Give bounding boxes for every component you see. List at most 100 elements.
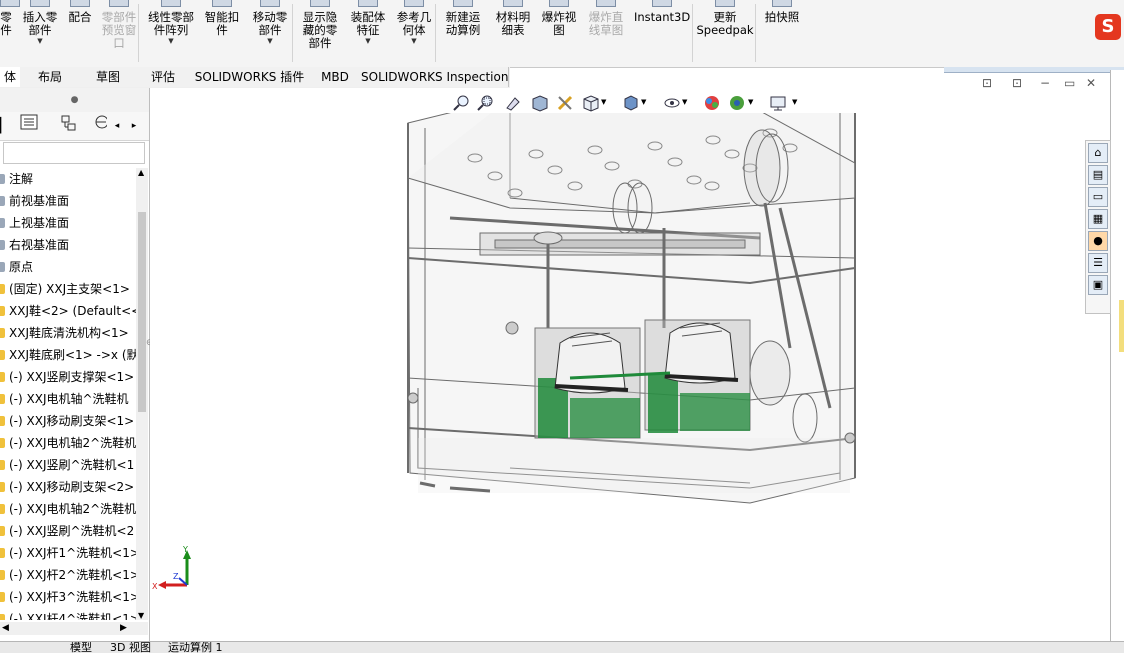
tree-item[interactable]: XXJ鞋底清洗机构<1> [0,322,136,344]
exploded-view-button[interactable]: 爆炸视 图 [538,0,580,66]
chevron-down-icon[interactable]: ▼ [346,37,390,45]
chevron-down-icon[interactable]: ▼ [145,37,197,45]
custom-properties-icon[interactable]: ☰ [1088,253,1108,273]
tree-item[interactable]: 注解 [0,168,136,190]
washing-machine-assembly-model[interactable] [400,113,870,563]
design-library-icon[interactable]: ▤ [1088,165,1108,185]
tree-item[interactable]: (-) XXJ电机轴2^洗鞋机 [0,432,136,454]
new-motion-study-button[interactable]: 新建运 动算例 [440,0,486,66]
ref-geometry-button[interactable]: 参考几 何体 ▼ [392,0,436,66]
bom-button[interactable]: 材料明 细表 [492,0,534,66]
linear-pattern-button[interactable]: 线性零部 件阵列 ▼ [145,0,197,66]
scrollbar-thumb[interactable] [138,212,146,412]
chevron-down-icon[interactable]: ▼ [682,98,687,106]
insert-part-button[interactable]: 插入零 部件 ▼ [18,0,62,66]
smart-fastener-button[interactable]: 智能扣 件 [200,0,244,66]
scroll-right-button[interactable]: ▸ [127,114,141,138]
apply-scene-icon[interactable] [728,94,746,112]
tree-item[interactable]: (-) XXJ移动刷支架<1> [0,410,136,432]
chevron-down-icon[interactable]: ▼ [18,37,62,45]
tree-item[interactable]: 上视基准面 [0,212,136,234]
dynamic-annotation-icon[interactable] [556,94,574,112]
minimize-icon[interactable]: − [1040,76,1050,90]
tree-item[interactable]: (固定) XXJ主支架<1> [0,278,136,300]
scroll-up-arrow[interactable]: ▲ [138,168,144,177]
tab-0[interactable]: 体 [0,67,21,87]
file-explorer-icon[interactable]: ▭ [1088,187,1108,207]
tree-item[interactable]: 前视基准面 [0,190,136,212]
zoom-to-area-icon[interactable] [477,94,495,112]
move-component-button[interactable]: 移动零 部件 ▼ [248,0,292,66]
home-icon[interactable]: ⌂ [1088,143,1108,163]
assembly-feature-button[interactable]: 装配体 特征 ▼ [346,0,390,66]
chevron-down-icon[interactable]: ▼ [601,98,606,106]
linear-pattern-icon [161,0,181,7]
chevron-down-icon[interactable]: ▼ [748,98,753,106]
chevron-down-icon[interactable]: ▼ [641,98,646,106]
scroll-down-arrow[interactable]: ▼ [138,611,144,620]
edit-appearance-icon[interactable] [703,94,721,112]
tree-horizontal-scrollbar[interactable]: ◀ ▶ [0,622,148,635]
tab-6[interactable]: SOLIDWORKS Inspection [361,67,509,87]
close-icon[interactable]: ✕ [1086,76,1096,90]
tree-item[interactable]: (-) XXJ竖刷^洗鞋机<1 [0,454,136,476]
explode-line-sketch-button[interactable]: 爆炸直 线草图 [584,0,628,66]
appearances-icon[interactable]: ● [1088,231,1108,251]
tab-5[interactable]: MBD [309,67,362,87]
partial-left-button[interactable]: 零 件 [0,0,20,66]
part-preview-button[interactable]: 零部件 预览窗 口 [98,0,140,66]
tree-item[interactable]: (-) XXJ杆4^洗鞋机<1> [0,608,136,620]
tree-item[interactable]: (-) XXJ竖刷^洗鞋机<2 [0,520,136,542]
scroll-left-button[interactable]: ◂ [110,114,124,138]
display-style-icon[interactable] [622,94,640,112]
tile-left-icon[interactable]: ⊡ [982,76,992,90]
maximize-icon[interactable]: ▭ [1064,76,1075,90]
snapshot-button[interactable]: 拍快照 [760,0,804,66]
graphics-area[interactable]: ▼ ▼ ▼ ▼ ▼ ⊡ ⊡ − ▭ ✕ [150,76,1110,641]
panel-grip[interactable]: ● [0,88,149,113]
tree-item[interactable]: (-) XXJ杆1^洗鞋机<1> [0,542,136,564]
zoom-to-fit-icon[interactable] [453,94,471,112]
scroll-right-arrow[interactable]: ▶ [120,622,127,635]
tab-1[interactable]: 布局 [20,67,81,87]
chevron-down-icon[interactable]: ▼ [392,37,436,45]
tree-filter-input[interactable] [3,142,145,164]
tab-4[interactable]: SOLIDWORKS 插件 [190,67,310,87]
tile-right-icon[interactable]: ⊡ [1012,76,1022,90]
tree-item[interactable]: (-) XXJ竖刷支撑架<1> [0,366,136,388]
tree-item[interactable]: XXJ鞋<2> (Default<< [0,300,136,322]
update-speedpak-button[interactable]: 更新 Speedpak [696,0,754,66]
tree-item[interactable]: (-) XXJ电机轴2^洗鞋机 [0,498,136,520]
view-orientation-icon[interactable] [582,94,600,112]
previous-view-icon[interactable] [505,94,523,112]
section-view-icon[interactable] [531,94,549,112]
view-palette-icon[interactable]: ▦ [1088,209,1108,229]
chevron-down-icon[interactable]: ▼ [792,98,797,106]
tab-2[interactable]: 草图 [80,67,137,87]
mate-button[interactable]: 配合 [66,0,94,66]
chevron-down-icon[interactable]: ▼ [248,37,292,45]
instant3d-button[interactable]: Instant3D [634,0,690,66]
tree-item[interactable]: (-) XXJ杆3^洗鞋机<1> [0,586,136,608]
tree-item[interactable]: 右视基准面 [0,234,136,256]
show-hidden-button[interactable]: 显示隐 藏的零 部件 [296,0,344,66]
tree-item[interactable]: (-) XXJ电机轴^洗鞋机 [0,388,136,410]
hide-show-items-icon[interactable] [663,94,681,112]
task-pane-tab-handle[interactable] [1119,300,1124,352]
forum-icon[interactable]: ▣ [1088,275,1108,295]
bottom-tab-2[interactable]: 运动算例 1 [168,642,223,653]
bottom-tab-0[interactable]: 模型 [70,642,92,653]
tree-item[interactable]: (-) XXJ移动刷支架<2> [0,476,136,498]
tree-vertical-scrollbar[interactable]: ▲ ▼ [136,168,148,620]
tree-item[interactable]: 原点 [0,256,136,278]
view-settings-icon[interactable] [769,94,787,112]
bottom-tab-1[interactable]: 3D 视图 [110,642,151,653]
tab-3[interactable]: 评估 [136,67,191,87]
dim-xpert-tab[interactable] [92,114,109,138]
tree-item[interactable]: XXJ鞋底刷<1> ->x (默 [0,344,136,366]
config-manager-tab[interactable] [54,114,84,138]
tree-item[interactable]: (-) XXJ杆2^洗鞋机<1> [0,564,136,586]
feature-tree-tab[interactable]: ▏ [0,114,11,138]
scroll-left-arrow[interactable]: ◀ [2,622,9,635]
property-manager-tab[interactable] [14,114,44,138]
